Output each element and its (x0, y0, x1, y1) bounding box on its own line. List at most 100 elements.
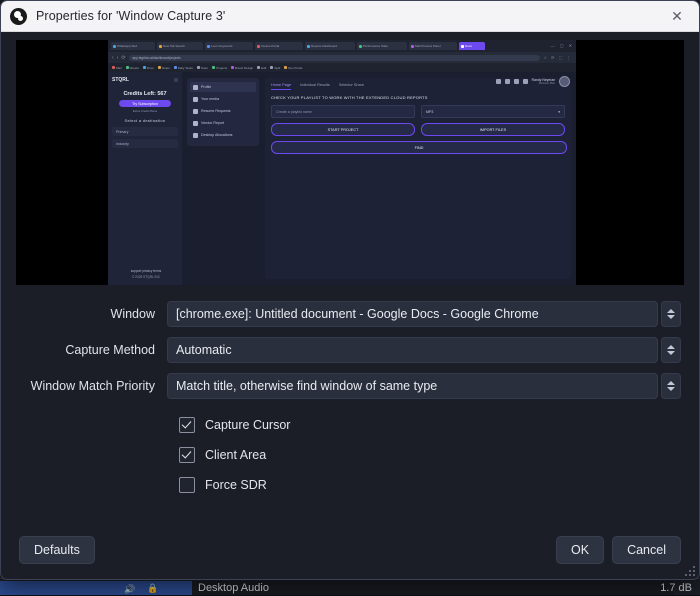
resize-grip[interactable] (685, 566, 695, 576)
checkbox-row-client-area[interactable]: Client Area (179, 447, 681, 463)
chevron-down-icon (667, 387, 675, 391)
user-name: Randy Neyman Premium Plan (531, 77, 555, 85)
url-field: app.tegriton.ai/dashboard/projects (128, 54, 541, 61)
content-form-row: Create a playlist name MP3 ▾ (271, 105, 565, 118)
back-icon: ‹ (112, 54, 114, 61)
bookmark-item: Sheets (125, 66, 139, 70)
omnibar-icons: ☆ ⟳ ⬚ ⋮ (543, 55, 572, 60)
taskbar-strip (0, 581, 193, 595)
forward-icon: › (116, 54, 119, 61)
form-row-window: Window [chrome.exe]: Untitled document -… (19, 301, 681, 327)
bookmark-item: Dev Portal (284, 66, 302, 70)
speaker-icon[interactable]: 🔊 (124, 584, 135, 595)
browser-tabstrip: Whatsapp Web New Tab Search Loom Keyword… (108, 40, 576, 52)
chevron-down-icon (667, 351, 675, 355)
browser-window-buttons: — ▢ ✕ (550, 43, 574, 48)
playlist-name-input: Create a playlist name (271, 105, 415, 118)
lock-icon[interactable]: 🔒 (147, 583, 158, 594)
browser-tab: Mail Preview Panel (409, 42, 457, 50)
form-row-capture-method: Capture Method Automatic (19, 337, 681, 363)
browser-tab: Loom Keywords (205, 42, 253, 50)
capture-cursor-label: Capture Cursor (205, 418, 291, 432)
bookmark-item: Notes (157, 66, 170, 70)
checkbox-row-force-sdr[interactable]: Force SDR (179, 477, 681, 493)
bell-icon (522, 79, 528, 84)
content-button-row: START PROJECT IMPORT FILES (271, 123, 565, 136)
label-window-match-priority: Window Match Priority (30, 379, 155, 393)
window-match-priority-combobox-spinner[interactable] (661, 373, 681, 399)
ok-button[interactable]: OK (556, 536, 605, 564)
share-icon (504, 79, 510, 84)
footer-links: support privacy terms (130, 269, 162, 273)
client-area-label: Client Area (205, 448, 267, 462)
bookmark-item: Drive (142, 66, 154, 70)
subscription-badge: Try Subscription (119, 100, 171, 107)
menu-item-your-media: Your media (190, 94, 256, 104)
find-button: FIND (271, 141, 567, 154)
capture-method-combobox-value[interactable]: Automatic (167, 337, 658, 363)
sidebar-section-label: Select a destination (124, 118, 166, 123)
window-combobox[interactable]: [chrome.exe]: Untitled document - Google… (167, 301, 681, 327)
browser-tab: Performance Stats (357, 42, 407, 50)
avatar (559, 76, 570, 87)
content-headline: CHECK YOUR PLAYLIST TO WORK WITH THE EXT… (271, 95, 428, 100)
bookmark-item: Team (196, 66, 208, 70)
web-app-content: Home Page Individual Results Selector Sh… (265, 78, 571, 279)
browser-tab: Whatsapp Web (111, 42, 155, 50)
captured-web-app: STQRL Credits Left: 567 Try Subscription… (108, 72, 576, 285)
bookmarks-bar: Mail Sheets Drive Notes Daily Tasks Team… (108, 63, 576, 72)
browser-tab: Reports Dashboard (305, 42, 355, 50)
sidebar-item: Industry (112, 139, 178, 148)
dialog-title: Properties for 'Window Capture 3' (36, 9, 226, 23)
audio-source-name: Desktop Audio (192, 581, 674, 595)
content-tab-home-page: Home Page (271, 83, 292, 90)
source-preview-canvas: Whatsapp Web New Tab Search Loom Keyword… (16, 40, 684, 285)
defaults-button[interactable]: Defaults (19, 536, 95, 564)
bookmark-item: Edit (257, 66, 266, 70)
web-app-footer: support privacy terms © 2025 STQRL INC (114, 269, 178, 279)
browser-tab: Invoice Portal (255, 42, 303, 50)
audio-mixer-strip: 🔊 🔒 Desktop Audio 1.7 dB (0, 578, 700, 595)
force-sdr-label: Force SDR (205, 478, 267, 492)
client-area-checkbox[interactable] (179, 447, 195, 463)
format-select: MP3 ▾ (421, 105, 565, 118)
label-window: Window (110, 307, 155, 321)
bookmark-item: Brand Design (231, 66, 253, 70)
start-project-button: START PROJECT (271, 123, 415, 136)
checkbox-row-capture-cursor[interactable]: Capture Cursor (179, 417, 681, 433)
import-files-button: IMPORT FILES (421, 123, 565, 136)
label-capture-method: Capture Method (65, 343, 155, 357)
reload-icon: ⟳ (121, 54, 126, 61)
expand-icon (495, 79, 501, 84)
obs-logo-icon (10, 7, 27, 25)
menu-item-resume-requests: Resume Requests (190, 106, 256, 116)
sidebar-item: Primary (112, 127, 178, 136)
capture-method-combobox-spinner[interactable] (661, 337, 681, 363)
window-combobox-value[interactable]: [chrome.exe]: Untitled document - Google… (167, 301, 658, 327)
web-app-topbar-icons: Randy Neyman Premium Plan (495, 76, 570, 87)
properties-form: Window [chrome.exe]: Untitled document -… (1, 301, 699, 493)
content-tab-selector-share: Selector Share (338, 83, 364, 87)
dialog-footer: Defaults OK Cancel (1, 521, 699, 579)
credits-label: Credits Left: 567 (123, 91, 167, 97)
footer-copyright: © 2025 STQRL INC (131, 275, 161, 279)
browser-tab: New Tab Search (157, 42, 203, 50)
window-match-priority-combobox-value[interactable]: Match title, otherwise find window of sa… (167, 373, 658, 399)
capture-cursor-checkbox[interactable] (179, 417, 195, 433)
checkbox-group: Capture Cursor Client Area Force SDR (19, 417, 681, 493)
close-icon[interactable]: ✕ (655, 1, 699, 31)
properties-dialog: Properties for 'Window Capture 3' ✕ What… (0, 0, 700, 580)
menu-item-profile: Profile (190, 82, 256, 92)
bookmark-item: Mail (112, 66, 122, 70)
capture-method-combobox[interactable]: Automatic (167, 337, 681, 363)
audio-level-value: 1.7 dB (660, 582, 692, 594)
window-combobox-spinner[interactable] (661, 301, 681, 327)
badge-subtitle: Extra Credit Plans (132, 109, 158, 113)
force-sdr-checkbox[interactable] (179, 477, 195, 493)
form-row-window-match-priority: Window Match Priority Match title, other… (19, 373, 681, 399)
cancel-button[interactable]: Cancel (612, 536, 681, 564)
web-app-main: Profile Your media Resume Requests Vendo… (182, 72, 576, 285)
window-match-priority-combobox[interactable]: Match title, otherwise find window of sa… (167, 373, 681, 399)
chevron-up-icon (667, 345, 675, 349)
collapse-icon (174, 78, 178, 82)
